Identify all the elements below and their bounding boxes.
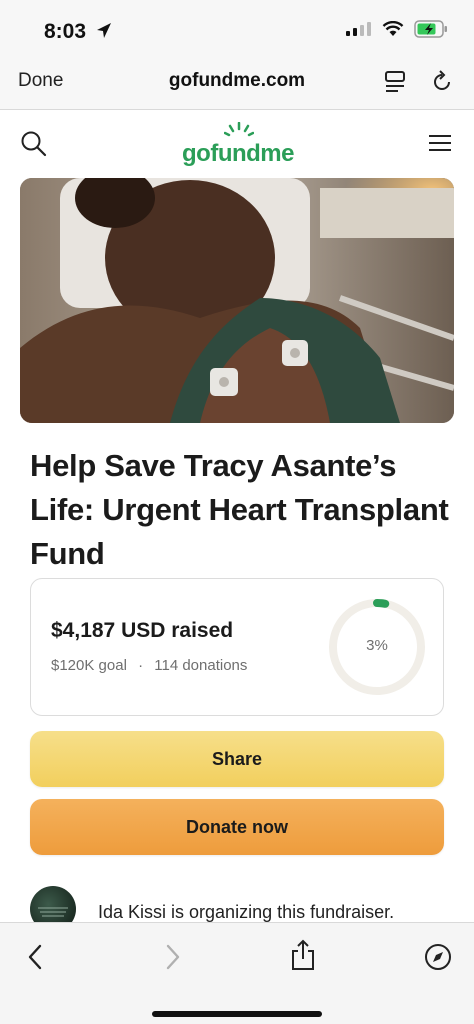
donation-progress-card: $4,187 USD raised $120K goal · 114 donat… <box>30 578 444 716</box>
share-icon[interactable] <box>290 939 316 976</box>
goal-amount: $120K goal <box>51 657 127 674</box>
status-time: 8:03 <box>44 20 87 43</box>
progress-ring-fill <box>373 599 390 608</box>
status-indicators <box>346 20 448 43</box>
site-header: gofundme <box>0 110 474 178</box>
reload-icon[interactable] <box>430 70 454 99</box>
donate-now-button[interactable]: Donate now <box>30 799 444 855</box>
signal-icon <box>346 21 372 42</box>
done-button[interactable]: Done <box>18 70 63 92</box>
battery-icon <box>414 20 448 43</box>
share-button[interactable]: Share <box>30 731 444 787</box>
donation-count[interactable]: 114 donations <box>154 657 247 674</box>
location-arrow-icon <box>96 22 112 45</box>
campaign-title: Help Save Tracy Asante’s Life: Urgent He… <box>30 448 449 571</box>
organizer-row: Ida Kissi is organizing this fundraiser. <box>30 884 450 932</box>
meta-separator: · <box>138 657 144 674</box>
browser-address-bar: Done gofundme.com <box>0 56 474 110</box>
status-bar: 8:03 <box>0 0 474 56</box>
organizer-text: Ida Kissi is organizing this fundraiser. <box>98 902 395 922</box>
home-indicator <box>152 1011 322 1017</box>
compass-icon[interactable] <box>424 943 452 976</box>
progress-percent: 3% <box>366 637 388 654</box>
campaign-hero-image <box>20 178 454 423</box>
forward-icon[interactable] <box>162 943 182 976</box>
menu-icon[interactable] <box>428 134 452 157</box>
search-icon[interactable] <box>20 130 48 163</box>
goal-meta: $120K goal · 114 donations <box>51 657 247 674</box>
browser-toolbar <box>0 922 474 1024</box>
wifi-icon <box>382 20 404 42</box>
gofundme-logo[interactable]: gofundme <box>172 120 304 172</box>
back-icon[interactable] <box>26 943 46 976</box>
logo-text: gofundme <box>182 140 294 167</box>
reader-mode-icon[interactable] <box>384 70 406 99</box>
amount-raised: $4,187 USD raised <box>51 619 234 642</box>
